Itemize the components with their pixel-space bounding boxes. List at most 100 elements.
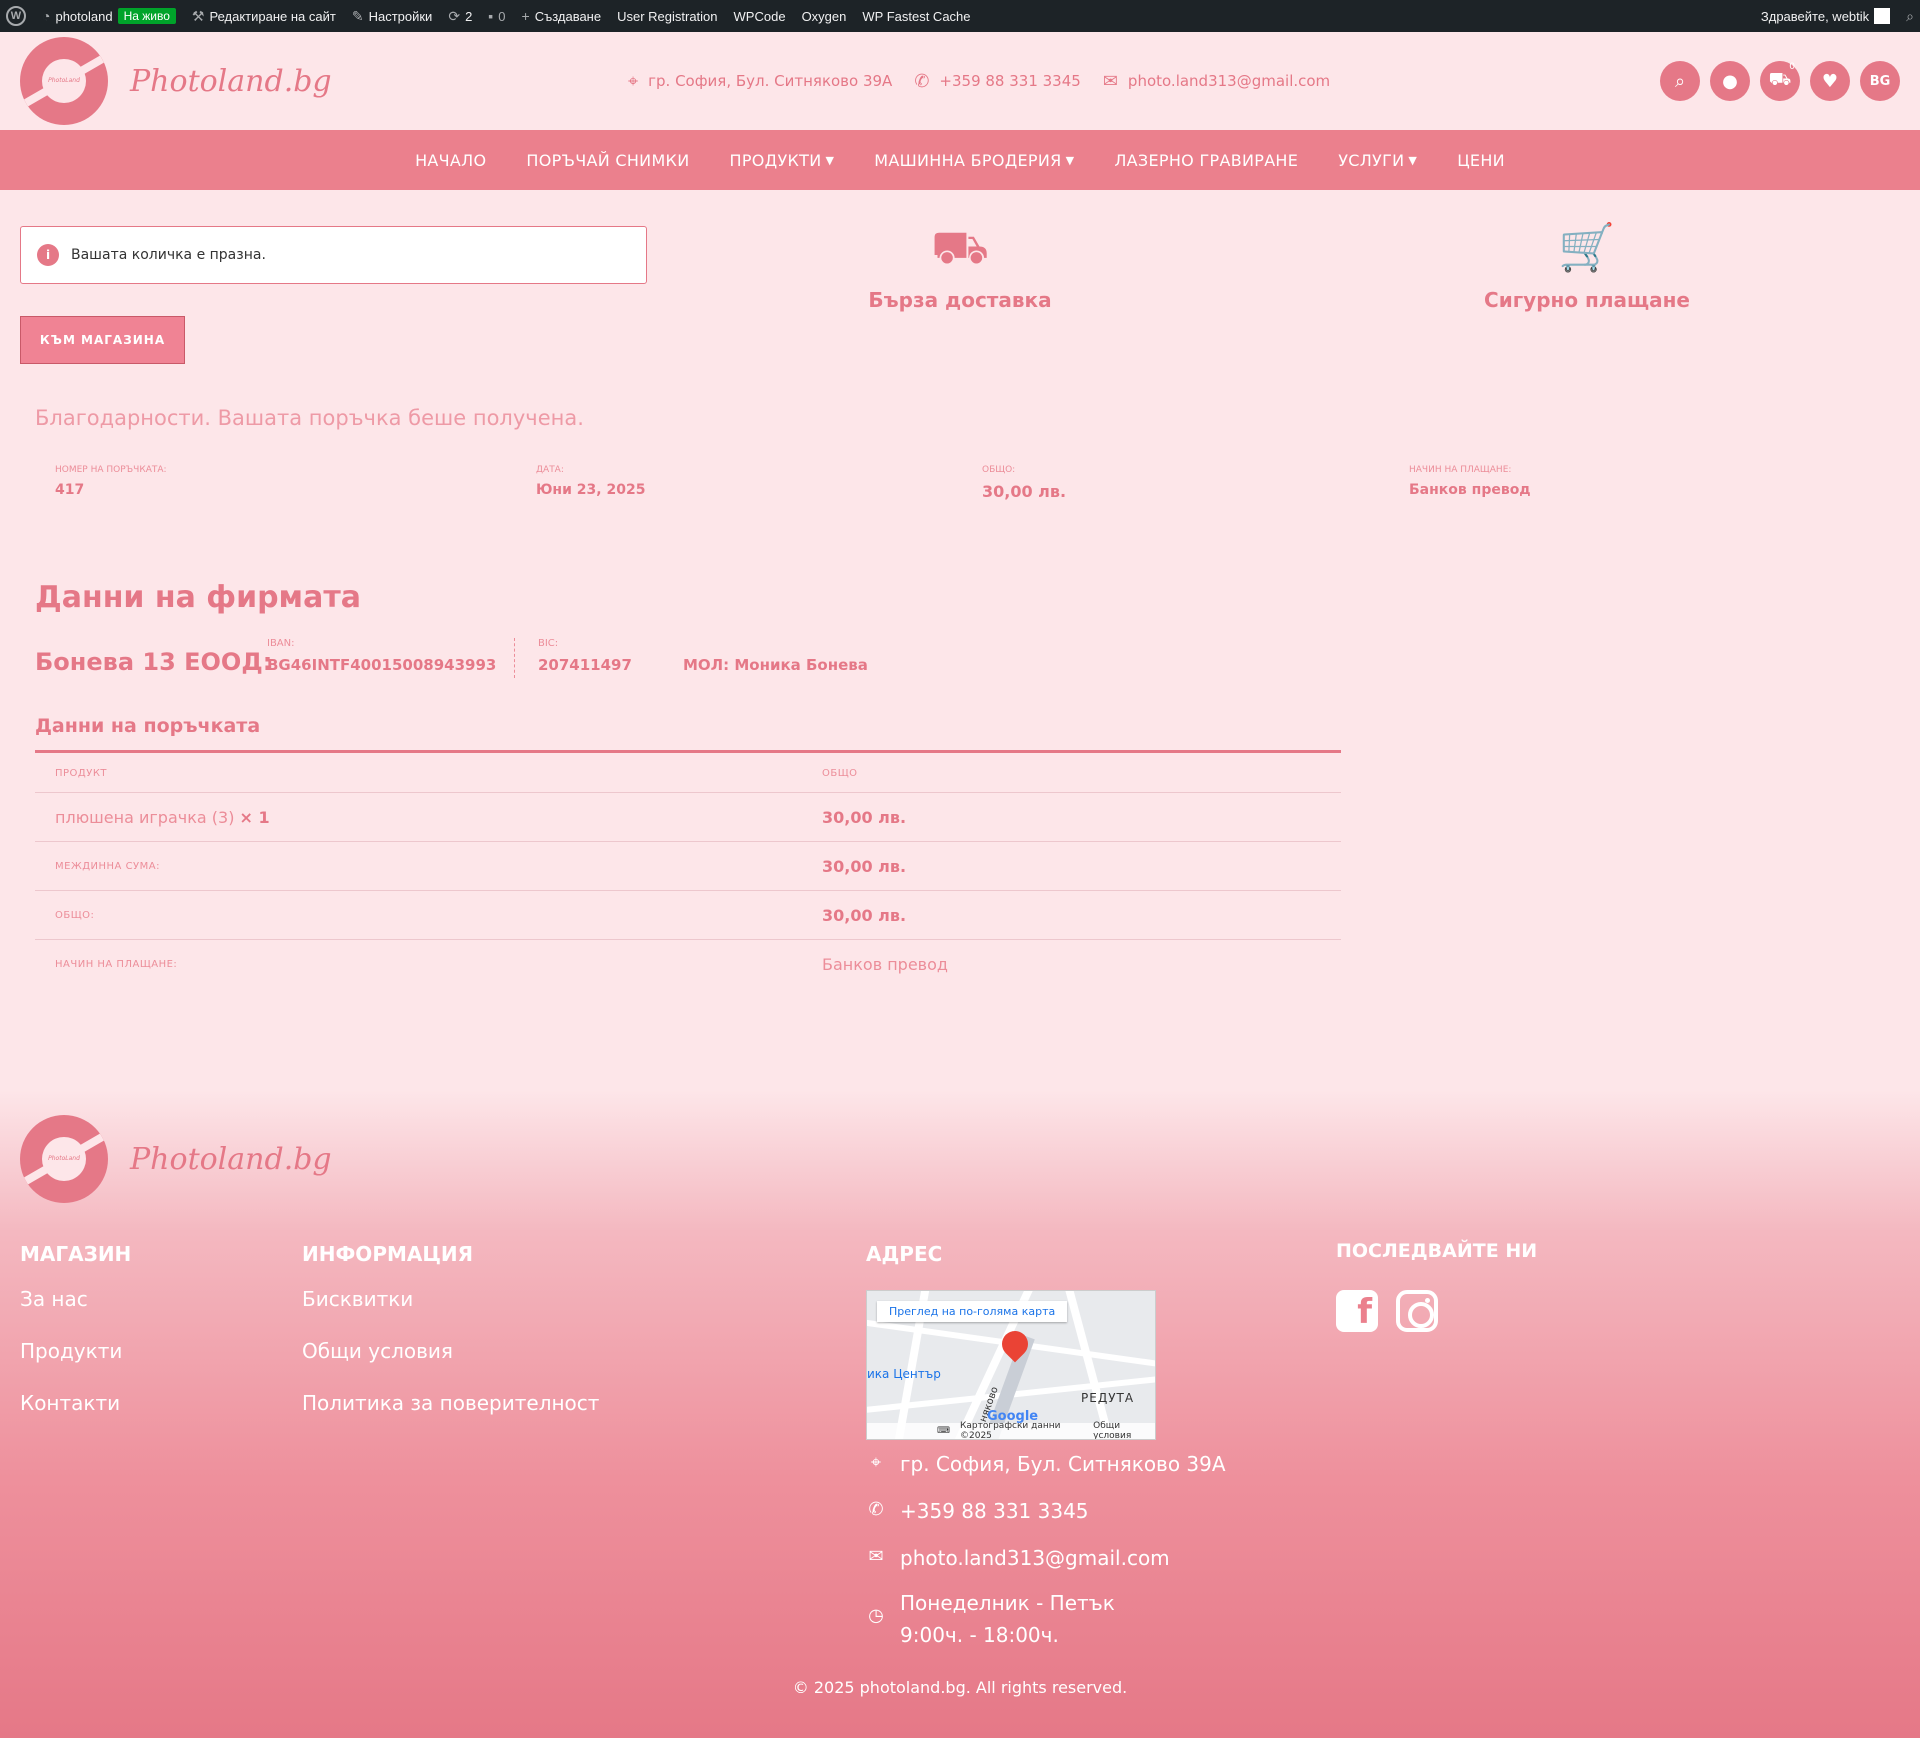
firm-name: Бонева 13 ЕООД:	[35, 648, 273, 676]
edit-site-label: Редактиране на сайт	[209, 8, 336, 24]
order-received-message: Благодарности. Вашата поръчка беше получ…	[35, 406, 584, 430]
site-name: photoland	[55, 8, 113, 24]
logo-aperture[interactable]: PhotoLand	[20, 37, 108, 125]
footer-email[interactable]: ✉ photo.land313@gmail.com	[866, 1546, 1170, 1570]
wishlist-button[interactable]: ♥	[1810, 61, 1850, 101]
clock-icon: ◷	[868, 1605, 884, 1626]
product-link[interactable]: плюшена играчка (3)	[55, 808, 234, 827]
feature-title: Бърза доставка	[868, 288, 1052, 312]
search-button[interactable]: ⌕	[1660, 61, 1700, 101]
nav-item-embroidery[interactable]: МАШИННА БРОДЕРИЯ ▼	[874, 151, 1074, 170]
settings-link[interactable]: ✎ Настройки	[352, 8, 432, 25]
nav-item-services[interactable]: УСЛУГИ ▼	[1338, 151, 1417, 170]
overview-label: НОМЕР НА ПОРЪЧКАТА:	[55, 465, 167, 475]
nav-item-home[interactable]: НАЧАЛО	[415, 151, 486, 170]
nav-item-order-photos[interactable]: ПОРЪЧАЙ СНИМКИ	[526, 151, 689, 170]
avatar	[1874, 8, 1891, 24]
user-registration-link[interactable]: User Registration	[617, 9, 717, 24]
account-menu[interactable]: Здравейте, webtik	[1760, 8, 1891, 24]
overview-value: 417	[55, 482, 85, 498]
updates-link[interactable]: ⟳ 2	[448, 8, 472, 25]
footer-address-text: гр. София, Бул. Ситняково 39А	[900, 1452, 1226, 1476]
instagram-icon[interactable]	[1396, 1290, 1438, 1332]
table-row: ОБЩО: 30,00 лв.	[35, 891, 1341, 940]
overview-label: ОБЩО:	[982, 465, 1016, 475]
nav-item-products[interactable]: ПРОДУКТИ ▼	[729, 151, 834, 170]
footer-logo[interactable]: PhotoLand Photoland.bg	[20, 1115, 332, 1203]
create-label: Създаване	[534, 8, 602, 24]
footer-link-terms[interactable]: Общи условия	[302, 1339, 453, 1363]
hours-time: 9:00ч. - 18:00ч.	[900, 1623, 1059, 1647]
dashboard-icon: ◔	[42, 8, 51, 24]
footer-link-contacts[interactable]: Контакти	[20, 1391, 120, 1415]
map-terms-link[interactable]: Общи условия	[1093, 1421, 1155, 1439]
iban-value: BG46INTF40015008943993	[267, 656, 497, 674]
footer-link-cookies[interactable]: Бисквитки	[302, 1287, 413, 1311]
fastest-cache-link[interactable]: WP Fastest Cache	[862, 9, 970, 24]
oxygen-link[interactable]: Oxygen	[802, 9, 847, 24]
greeting-label: Здравейте, webtik	[1760, 8, 1870, 24]
footer-phone[interactable]: ✆ +359 88 331 3345	[866, 1499, 1088, 1523]
site-name-menu[interactable]: ◔ photoland На живо	[42, 8, 176, 24]
brand-name[interactable]: Photoland.bg	[130, 64, 332, 99]
footer-brand-name: Photoland.bg	[130, 1141, 332, 1177]
search-icon: ⌕	[1674, 70, 1686, 92]
create-new-menu[interactable]: + Създаване	[522, 8, 602, 24]
iban-label: IBAN:	[267, 638, 295, 649]
feature-secure-payment: 🛒 Сигурно плащане	[1457, 220, 1717, 312]
logo-mini-text: PhotoLand	[48, 1155, 80, 1162]
map-larger-view-link[interactable]: Преглед на по-голяма карта	[877, 1301, 1068, 1322]
header-phone-text: +359 88 331 3345	[939, 72, 1081, 90]
map-road	[1061, 1291, 1121, 1439]
overview-label: НАЧИН НА ПЛАЩАНЕ:	[1409, 465, 1512, 475]
google-map[interactable]: Преглед на по-голяма карта ика Център РЕ…	[866, 1290, 1156, 1440]
hours-text: Понеделник - Петък 9:00ч. - 18:00ч.	[900, 1587, 1115, 1651]
return-to-shop-button[interactable]: КЪМ МАГАЗИНА	[20, 316, 185, 364]
total-label: ОБЩО:	[55, 909, 95, 921]
language-switcher[interactable]: BG	[1860, 61, 1900, 101]
feature-title: Сигурно плащане	[1484, 288, 1690, 312]
copyright-text: © 2025 photoland.bg. All rights reserved…	[792, 1678, 1128, 1697]
cart-plus-icon: 🛒	[1558, 220, 1616, 274]
settings-label: Настройки	[368, 8, 433, 24]
nav-label: ПОРЪЧАЙ СНИМКИ	[526, 150, 690, 170]
footer-hours: ◷ Понеделник - Петък 9:00ч. - 18:00ч.	[866, 1587, 1115, 1651]
product-total: 30,00 лв.	[822, 807, 907, 827]
facebook-icon[interactable]: f	[1336, 1290, 1378, 1332]
wpcode-link[interactable]: WPCode	[734, 9, 786, 24]
hammer-icon: ⚒	[191, 7, 205, 24]
admin-search-button[interactable]: ⌕	[1906, 8, 1914, 25]
subtotal-value: 30,00 лв.	[822, 856, 907, 876]
account-button[interactable]: ●	[1710, 61, 1750, 101]
cart-count-badge: 0	[1789, 62, 1795, 72]
header-phone[interactable]: ✆ +359 88 331 3345	[914, 71, 1081, 92]
cart-button[interactable]: ⛟ 0	[1760, 61, 1800, 101]
comment-icon: ▪	[488, 8, 494, 24]
overview-label: ДАТА:	[536, 465, 564, 475]
header-email[interactable]: ✉ photo.land313@gmail.com	[1103, 71, 1330, 92]
footer-link-products[interactable]: Продукти	[20, 1339, 122, 1363]
footer-link-about[interactable]: За нас	[20, 1287, 88, 1311]
nav-item-laser-engraving[interactable]: ЛАЗЕРНО ГРАВИРАНЕ	[1114, 151, 1298, 170]
bank-iban: IBAN: BG46INTF40015008943993	[267, 638, 496, 674]
map-place-label: ика Център	[867, 1367, 941, 1381]
nav-item-prices[interactable]: ЦЕНИ	[1457, 151, 1505, 170]
edit-site-link[interactable]: ⚒ Редактиране на сайт	[192, 8, 336, 25]
footer-link-privacy[interactable]: Политика за поверителност	[302, 1391, 599, 1415]
comments-link[interactable]: ▪ 0	[488, 8, 505, 24]
header-address: ⌖ гр. София, Бул. Ситняково 39А	[628, 71, 892, 92]
envelope-icon: ✉	[868, 1546, 884, 1567]
wordpress-logo-menu[interactable]: W	[6, 6, 26, 26]
updates-count: 2	[465, 8, 473, 24]
column-header-total: ОБЩО	[822, 767, 858, 779]
hours-days: Понеделник - Петък	[900, 1591, 1115, 1615]
nav-label: ЛАЗЕРНО ГРАВИРАНЕ	[1114, 150, 1299, 170]
table-header-row: ПРОДУКТ ОБЩО	[35, 754, 1341, 793]
footer-follow-title: ПОСЛЕДВАЙТЕ НИ	[1336, 1240, 1538, 1262]
keyboard-icon[interactable]: ⌨	[937, 1426, 950, 1436]
heart-icon: ♥	[1821, 70, 1839, 92]
footer-shop-title: МАГАЗИН	[20, 1242, 132, 1266]
overview-date: ДАТА: Юни 23, 2025	[536, 465, 645, 498]
map-area-label: РЕДУТА	[1081, 1391, 1135, 1405]
footer-email-text: photo.land313@gmail.com	[900, 1546, 1170, 1570]
